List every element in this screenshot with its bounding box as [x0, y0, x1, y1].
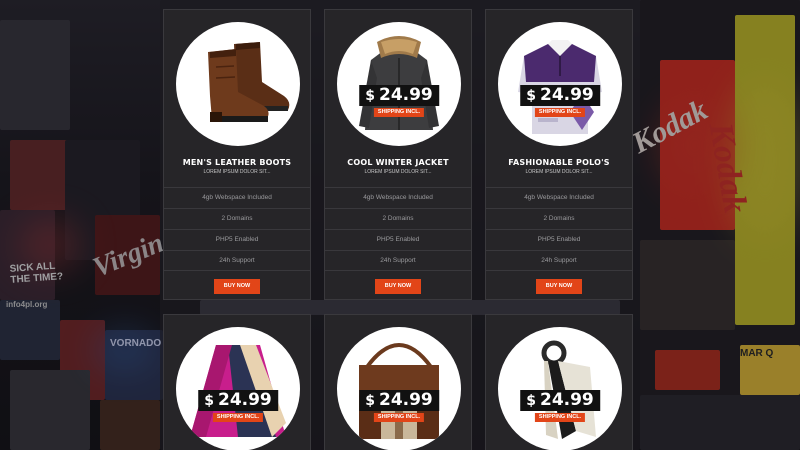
feature-item: PHP5 Enabled [164, 229, 310, 250]
feature-list: 4gb Webspace Included 2 Domains PHP5 Ena… [486, 187, 632, 271]
product-card: $24.99 SHIPPING INCL. [485, 314, 633, 450]
product-image-circle: $24.99 SHIPPING INCL. [498, 327, 622, 450]
product-subtitle: LOREM IPSUM DOLOR SIT... [364, 169, 432, 175]
product-title: MEN'S LEATHER BOOTS [182, 158, 292, 167]
jacket-icon [359, 36, 439, 130]
product-card: MEN'S LEATHER BOOTS LOREM IPSUM DOLOR SI… [163, 9, 311, 300]
feature-item: 4gb Webspace Included [325, 187, 471, 208]
polo-shirt-icon [518, 40, 602, 134]
product-title: FASHIONABLE POLO'S [508, 158, 610, 167]
product-image-circle: $24.99 SHIPPING INCL. [176, 327, 300, 450]
product-subtitle: LOREM IPSUM DOLOR SIT... [525, 169, 593, 175]
product-card: $24.99 SHIPPING INCL. COOL WINTER JACKET… [324, 9, 472, 300]
feature-item: 24h Support [164, 250, 310, 271]
price-tag: $24.99 [359, 85, 439, 106]
feature-item: 2 Domains [164, 208, 310, 229]
shipping-badge: SHIPPING INCL. [212, 413, 264, 422]
product-image-circle: $24.99 SHIPPING INCL. [498, 22, 622, 146]
product-card: $24.99 SHIPPING INCL. [163, 314, 311, 450]
scarf-icon [541, 340, 596, 439]
poncho-icon [190, 345, 286, 437]
buy-now-button[interactable]: BUY NOW [375, 279, 421, 294]
product-grid: MEN'S LEATHER BOOTS LOREM IPSUM DOLOR SI… [163, 9, 635, 450]
product-image-circle [176, 22, 300, 146]
shipping-badge: SHIPPING INCL. [534, 108, 586, 117]
feature-item: 24h Support [325, 250, 471, 271]
price-tag: $24.99 [520, 85, 600, 106]
product-card: $24.99 SHIPPING INCL. [324, 314, 472, 450]
buy-now-button[interactable]: BUY NOW [536, 279, 582, 294]
product-card: $24.99 SHIPPING INCL. FASHIONABLE POLO'S… [485, 9, 633, 300]
feature-item: 2 Domains [325, 208, 471, 229]
feature-item: 2 Domains [486, 208, 632, 229]
feature-list: 4gb Webspace Included 2 Domains PHP5 Ena… [325, 187, 471, 271]
feature-item: 24h Support [486, 250, 632, 271]
feature-item: PHP5 Enabled [486, 229, 632, 250]
product-image-circle: $24.99 SHIPPING INCL. [337, 327, 461, 450]
feature-list: 4gb Webspace Included 2 Domains PHP5 Ena… [164, 187, 310, 271]
shipping-badge: SHIPPING INCL. [373, 413, 425, 422]
buy-now-button[interactable]: BUY NOW [214, 279, 260, 294]
feature-item: PHP5 Enabled [325, 229, 471, 250]
shipping-badge: SHIPPING INCL. [534, 413, 586, 422]
product-image-circle: $24.99 SHIPPING INCL. [337, 22, 461, 146]
feature-item: 4gb Webspace Included [486, 187, 632, 208]
feature-item: 4gb Webspace Included [164, 187, 310, 208]
shipping-badge: SHIPPING INCL. [373, 108, 425, 117]
price-tag: $24.99 [359, 390, 439, 411]
price-tag: $24.99 [520, 390, 600, 411]
price-tag: $24.99 [198, 390, 278, 411]
boots-icon [208, 42, 290, 122]
product-subtitle: LOREM IPSUM DOLOR SIT... [203, 169, 271, 175]
product-title: COOL WINTER JACKET [347, 158, 449, 167]
leather-bag-icon [359, 343, 439, 439]
